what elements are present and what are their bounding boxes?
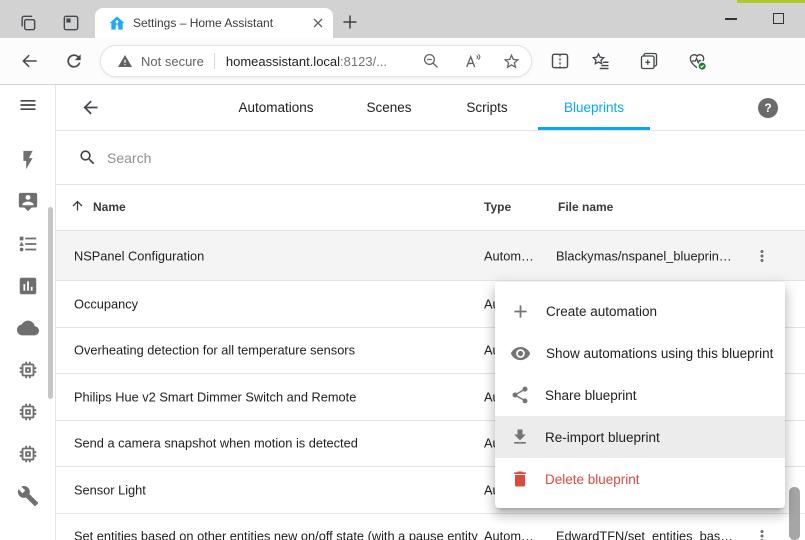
- browser-tab[interactable]: Settings – Home Assistant: [95, 8, 333, 38]
- sort-arrow-icon[interactable]: [70, 198, 85, 213]
- logbook-icon[interactable]: [17, 233, 39, 255]
- download-icon: [510, 427, 530, 447]
- menu-item-label: Show automations using this blueprint: [546, 346, 773, 361]
- split-screen-icon[interactable]: [550, 51, 570, 71]
- security-label: Not secure: [141, 54, 204, 69]
- minimize-button[interactable]: [725, 18, 737, 20]
- cell-file: EdwardTFN/set_entities_bas…: [556, 529, 733, 540]
- cell-file: Blackymas/nspanel_blueprin…: [556, 248, 732, 263]
- search-input[interactable]: [107, 150, 707, 166]
- cloud-icon[interactable]: [17, 317, 39, 339]
- tab-blueprints[interactable]: Blueprints: [564, 85, 624, 131]
- menu-item-label: Create automation: [546, 304, 657, 319]
- url-path: :8123/...: [340, 54, 387, 69]
- zoom-out-icon[interactable]: [422, 52, 440, 70]
- favorites-icon[interactable]: [591, 51, 611, 71]
- tools-icon[interactable]: [17, 485, 39, 507]
- tab-scenes[interactable]: Scenes: [366, 85, 411, 131]
- cell-name: Sensor Light: [74, 482, 146, 497]
- refresh-icon[interactable]: [64, 51, 84, 71]
- eye-icon: [510, 343, 531, 364]
- menu-item-delete-blueprint[interactable]: Delete blueprint: [495, 458, 785, 500]
- address-divider: [214, 53, 215, 69]
- energy-icon[interactable]: [17, 149, 39, 171]
- map-icon[interactable]: [17, 191, 39, 213]
- row-menu-icon[interactable]: [753, 247, 771, 265]
- ha-sidebar: [0, 85, 56, 540]
- menu-item-show-automations[interactable]: Show automations using this blueprint: [495, 332, 785, 374]
- row-menu-icon[interactable]: [753, 527, 771, 540]
- cell-name: Send a camera snapshot when motion is de…: [74, 436, 358, 451]
- chip-icon-1[interactable]: [17, 359, 39, 381]
- workspaces-icon[interactable]: [18, 13, 38, 33]
- back-icon[interactable]: [20, 51, 40, 71]
- site-warning-icon[interactable]: [117, 53, 133, 69]
- cell-name: Overheating detection for all temperatur…: [74, 343, 355, 358]
- address-bar[interactable]: Not secure homeassistant.local:8123/...: [100, 45, 532, 77]
- collections-icon[interactable]: [639, 51, 659, 71]
- browser-tabstrip: Settings – Home Assistant: [0, 0, 805, 38]
- read-aloud-icon[interactable]: [462, 52, 481, 71]
- browser-toolbar: Not secure homeassistant.local:8123/...: [0, 38, 805, 85]
- cell-name: NSPanel Configuration: [74, 248, 204, 263]
- menu-item-create-automation[interactable]: Create automation: [495, 290, 785, 332]
- menu-item-label: Share blueprint: [545, 388, 637, 403]
- ha-header: Automations Scenes Scripts Blueprints ?: [56, 85, 805, 131]
- blueprint-context-menu: Create automation Show automations using…: [495, 282, 785, 508]
- menu-item-label: Delete blueprint: [545, 472, 640, 487]
- add-favorite-icon[interactable]: [502, 52, 521, 71]
- plus-icon: [510, 301, 531, 322]
- new-tab-icon[interactable]: [342, 14, 358, 30]
- help-icon[interactable]: ?: [758, 98, 778, 118]
- browser-window: Settings – Home Assistant Not secure hom…: [0, 0, 805, 540]
- vertical-tabs-icon[interactable]: [61, 13, 81, 33]
- cell-type: Autom…: [484, 529, 534, 540]
- close-tab-icon[interactable]: [313, 18, 323, 28]
- tab-title: Settings – Home Assistant: [133, 16, 313, 30]
- url-text: homeassistant.local:8123/...: [226, 54, 422, 69]
- page-scrollbar-thumb[interactable]: [789, 487, 800, 540]
- active-tab-underline: [538, 127, 650, 130]
- cell-type: Autom…: [484, 248, 534, 263]
- share-icon: [510, 385, 530, 405]
- table-row[interactable]: Set entities based on other entities new…: [56, 514, 805, 540]
- desktop-sliver: [737, 0, 805, 3]
- chip-icon-3[interactable]: [17, 443, 39, 465]
- search-bar: [56, 131, 805, 185]
- cell-name: Philips Hue v2 Smart Dimmer Switch and R…: [74, 389, 356, 404]
- table-row[interactable]: NSPanel Configuration Autom… Blackymas/n…: [56, 231, 805, 281]
- menu-item-share-blueprint[interactable]: Share blueprint: [495, 374, 785, 416]
- table-header: Name Type File name: [56, 185, 805, 231]
- column-type[interactable]: Type: [484, 200, 511, 214]
- url-host: homeassistant.local: [226, 54, 340, 69]
- back-arrow-icon[interactable]: [80, 97, 101, 118]
- cell-name: Occupancy: [74, 296, 138, 311]
- menu-item-label: Re-import blueprint: [545, 430, 660, 445]
- home-assistant-favicon: [109, 15, 125, 31]
- chip-icon-2[interactable]: [17, 401, 39, 423]
- column-name[interactable]: Name: [93, 200, 126, 214]
- browser-essentials-icon[interactable]: [687, 51, 707, 71]
- search-icon: [78, 148, 97, 167]
- sidebar-scrollbar[interactable]: [48, 207, 53, 399]
- maximize-button[interactable]: [773, 13, 784, 24]
- tab-scripts[interactable]: Scripts: [466, 85, 507, 131]
- cell-name: Set entities based on other entities new…: [74, 529, 478, 540]
- history-icon[interactable]: [17, 275, 39, 297]
- home-assistant-page: Automations Scenes Scripts Blueprints ? …: [0, 85, 805, 540]
- column-file-name[interactable]: File name: [558, 200, 613, 214]
- delete-icon: [510, 469, 530, 489]
- menu-icon[interactable]: [18, 95, 38, 115]
- menu-item-reimport-blueprint[interactable]: Re-import blueprint: [495, 416, 785, 458]
- tab-automations[interactable]: Automations: [238, 85, 313, 131]
